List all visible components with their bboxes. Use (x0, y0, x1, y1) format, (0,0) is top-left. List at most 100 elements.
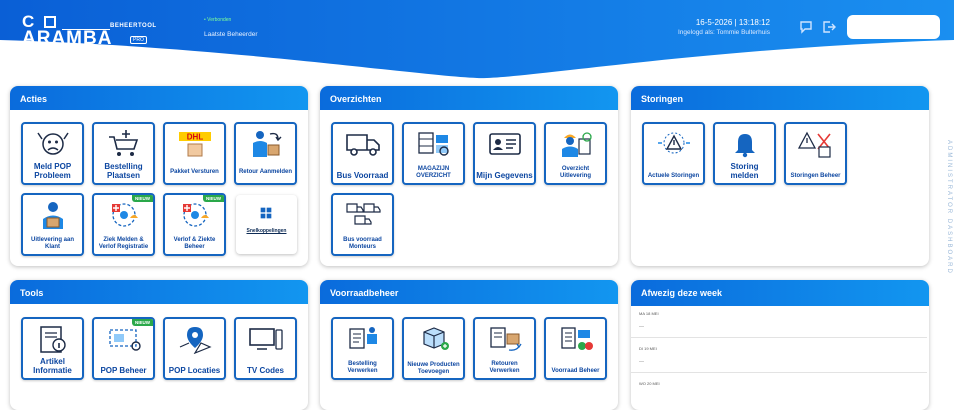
tile-label: Retouren Verwerken (489, 361, 520, 374)
tile-label: Snelkoppelingen (246, 228, 287, 234)
sick-leave-icon (112, 203, 138, 227)
tile-bestelling-verwerken[interactable]: Bestelling Verwerken (331, 317, 394, 380)
header-action-button[interactable] (847, 15, 940, 39)
tile-label: Meld POP Probleem (33, 162, 72, 180)
tile-label: Mijn Gegevens (476, 171, 533, 180)
tile-verlof-ziekte-beheer[interactable]: NIEUW Verlof & Ziekte Beheer (163, 193, 226, 256)
tile-actuele-storingen[interactable]: Actuele Storingen (642, 122, 705, 185)
tile-bestelling-plaatsen[interactable]: Bestelling Plaatsen (92, 122, 155, 185)
return-delivery-icon (253, 131, 282, 157)
row-divider (631, 372, 927, 373)
tile-uitlevering-aan-klant[interactable]: Uitlevering aan Klant (21, 193, 84, 256)
courier-icon (43, 202, 63, 229)
tile-retouren-verwerken[interactable]: Retouren Verwerken (473, 317, 536, 380)
logo-box-icon (44, 16, 56, 28)
tile-magazijn-overzicht[interactable]: MAGAZIJN OVERZICHT (402, 122, 465, 185)
user-label: Laatste Beheerder (204, 31, 258, 38)
tile-label: Overzicht Uitlevering (559, 166, 591, 179)
panel-title: Acties (10, 86, 308, 110)
logout-icon[interactable] (822, 20, 836, 34)
absence-day-label: DI 19 MEI (639, 346, 657, 351)
tile-bus-voorraad-monteurs[interactable]: Bus voorraad Monteurs (331, 193, 394, 256)
panel-title: Overzichten (320, 86, 618, 110)
top-header: C BEHEERTOOL ARAMBA PRO • Verbonden Laat… (0, 0, 954, 80)
pop-admin-icon (109, 329, 141, 351)
connection-status: • Verbonden (204, 17, 232, 23)
chat-icon[interactable] (799, 20, 813, 34)
tile-pop-beheer[interactable]: NIEUW POP Beheer (92, 317, 155, 380)
panel-tools: Tools Artikel Informatie NIEUW POP Behee… (10, 280, 308, 410)
panel-overzichten: Overzichten Bus Voorraad MAGAZIJN OVERZI… (320, 86, 618, 266)
tile-artikel-informatie[interactable]: Artikel Informatie (21, 317, 84, 380)
worried-face-icon (37, 132, 69, 155)
dhl-package-icon: DHL (179, 132, 211, 157)
tile-label: Bestelling Verwerken (347, 361, 378, 374)
tile-label: Voorraad Beheer (551, 368, 600, 374)
panel-storingen: Storingen Actuele Storingen Storing meld… (631, 86, 929, 266)
tile-storingen-beheer[interactable]: Storingen Beheer (784, 122, 847, 185)
logged-in-label: Ingelogd als: Tommie Bulterhuis (677, 29, 770, 36)
fleet-icon (346, 203, 381, 225)
tile-label: Verlof & Ziekte Beheer (173, 237, 216, 250)
worker-checklist-icon (562, 132, 592, 157)
bell-icon (735, 134, 755, 158)
tile-label: Storing melden (730, 162, 759, 180)
stock-admin-icon (561, 327, 593, 350)
side-vertical-label: ADMINISTRATOR DASHBOARD (946, 140, 952, 275)
tile-retour-aanmelden[interactable]: Retour Aanmelden (234, 122, 297, 185)
panel-title: Afwezig deze week (631, 280, 929, 306)
tile-tv-codes[interactable]: TV Codes (234, 317, 297, 380)
id-card-icon (489, 133, 521, 155)
caramba-logo[interactable]: C BEHEERTOOL ARAMBA PRO (22, 12, 156, 49)
panel-afwezig: Afwezig deze week MA 18 MEI — DI 19 MEI … (631, 280, 929, 410)
tile-label: POP Locaties (168, 366, 221, 375)
shopping-cart-icon (109, 130, 139, 156)
tile-overzicht-uitlevering[interactable]: Overzicht Uitlevering (544, 122, 607, 185)
panel-voorraadbeheer: Voorraadbeheer Bestelling Verwerken Nieu… (320, 280, 618, 410)
tile-snelkoppelingen[interactable]: Snelkoppelingen (236, 195, 297, 254)
tile-pakket-versturen[interactable]: DHL Pakket Versturen (163, 122, 226, 185)
order-process-icon (349, 327, 377, 349)
tile-meld-pop-probleem[interactable]: Meld POP Probleem (21, 122, 84, 185)
logo-pro-badge: PRO (130, 36, 147, 44)
panel-title: Voorraadbeheer (320, 280, 618, 304)
svg-text:DHL: DHL (187, 133, 204, 142)
grid-icon (260, 207, 272, 219)
panel-title: Storingen (631, 86, 929, 110)
tile-label: MAGAZIJN OVERZICHT (416, 166, 451, 179)
tv-remote-icon (249, 328, 283, 350)
tile-label: TV Codes (247, 366, 284, 375)
article-info-icon (40, 326, 66, 353)
absence-value: — (639, 359, 644, 365)
tile-label: Retour Aanmelden (238, 169, 293, 175)
alert-signal-icon (658, 132, 690, 154)
tile-voorraad-beheer[interactable]: Voorraad Beheer (544, 317, 607, 380)
tile-label: Uitlevering aan Klant (30, 237, 74, 250)
panel-title: Tools (10, 280, 308, 304)
tile-label: Bus voorraad Monteurs (343, 237, 382, 250)
tile-label: POP Beheer (100, 366, 147, 375)
new-product-icon (423, 327, 449, 350)
tile-nieuwe-producten[interactable]: Nieuwe Producten Toevoegen (402, 317, 465, 380)
tile-pop-locaties[interactable]: POP Locaties (163, 317, 226, 380)
logo-tagline: BEHEERTOOL (110, 23, 157, 29)
tile-mijn-gegevens[interactable]: Mijn Gegevens (473, 122, 536, 185)
logo-wordmark: ARAMBA (22, 28, 113, 49)
truck-icon (346, 134, 380, 156)
tile-label: Bestelling Plaatsen (104, 162, 143, 180)
absence-day-label: MA 18 MEI (639, 311, 659, 316)
returns-process-icon (490, 327, 522, 351)
tile-label: Storingen Beheer (790, 173, 841, 179)
tile-bus-voorraad[interactable]: Bus Voorraad (331, 122, 394, 185)
tile-ziek-melden[interactable]: NIEUW Ziek Melden & Verlof Registratie (92, 193, 155, 256)
tile-storing-melden[interactable]: Storing melden (713, 122, 776, 185)
warehouse-icon (418, 132, 449, 156)
panel-acties: Acties Meld POP Probleem Bestelling Plaa… (10, 86, 308, 266)
absence-day-label: WO 20 MEI (639, 381, 660, 386)
row-divider (631, 337, 927, 338)
datetime-display: 16-5-2026 | 13:18:12 (695, 18, 770, 27)
tile-label: Nieuwe Producten Toevoegen (407, 362, 460, 375)
tile-label: Ziek Melden & Verlof Registratie (98, 237, 149, 250)
leave-admin-icon (183, 203, 209, 227)
tile-label: Bus Voorraad (336, 171, 389, 180)
